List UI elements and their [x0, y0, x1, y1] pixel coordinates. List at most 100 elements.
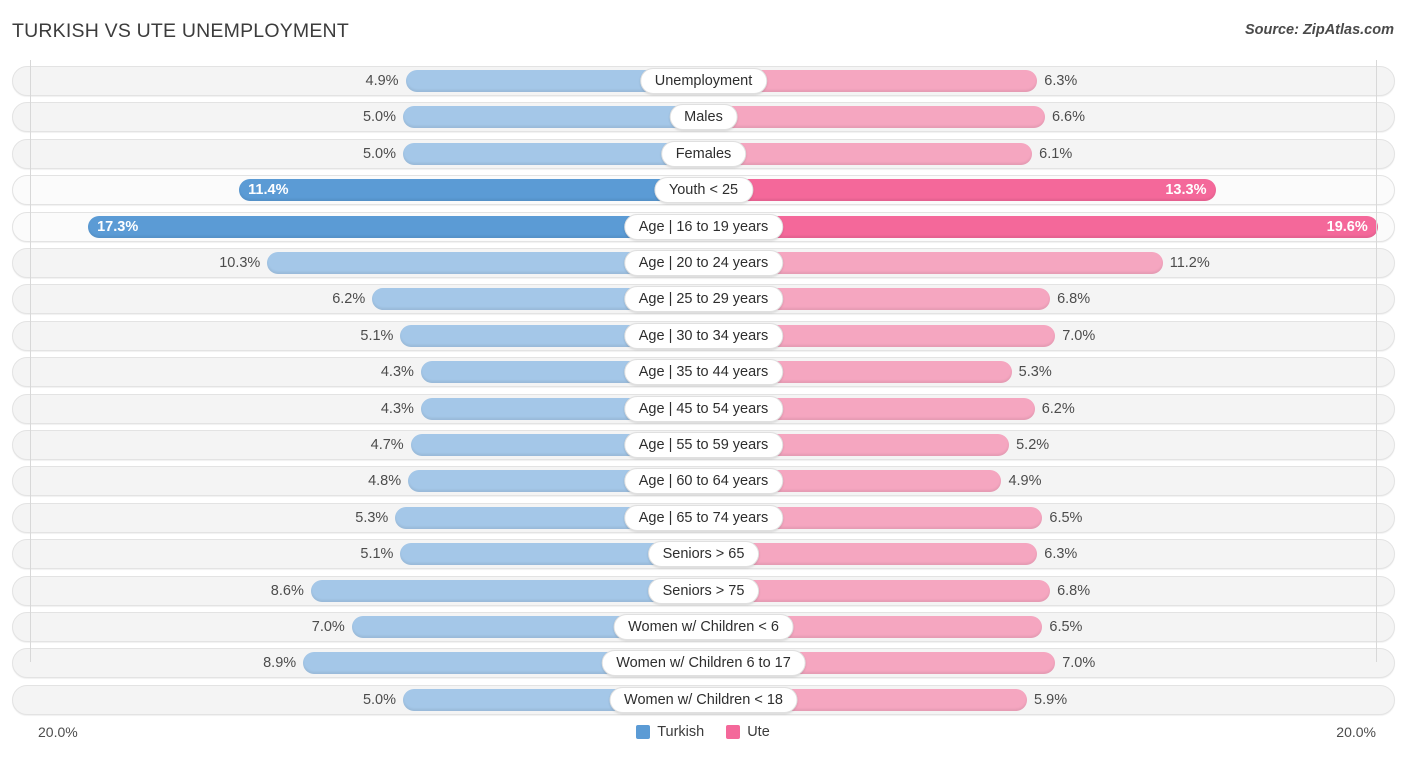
- bar-turkish: [239, 179, 704, 202]
- chart-row: 4.3% 5.3% Age | 35 to 44 years: [12, 357, 1395, 388]
- value-label-turkish: 5.1%: [360, 546, 394, 563]
- value-label-turkish: 4.3%: [380, 400, 414, 417]
- row-content: 4.3% 5.3% Age | 35 to 44 years: [12, 357, 1395, 387]
- bar-ute: [703, 106, 1045, 129]
- value-label-ute: 6.2%: [1041, 400, 1075, 417]
- row-content: 4.3% 6.2% Age | 45 to 54 years: [12, 394, 1395, 424]
- row-content: 7.0% 6.5% Women w/ Children < 6: [12, 612, 1395, 642]
- chart-row: 4.9% 6.3% Unemployment: [12, 66, 1395, 96]
- row-label-pill: Age | 30 to 34 years: [623, 322, 784, 349]
- chart-plot-area: 4.9% 6.3% Unemployment 5.0% 6.6% Males 5.0% 6.1…: [0, 60, 1406, 718]
- row-content: 5.0% 6.1% Females: [12, 139, 1395, 169]
- row-content: 4.9% 6.3% Unemployment: [12, 66, 1395, 96]
- row-label-pill: Females: [660, 140, 747, 167]
- value-label-ute: 5.9%: [1034, 691, 1068, 708]
- value-label-turkish: 8.6%: [270, 582, 304, 599]
- row-content: 6.2% 6.8% Age | 25 to 29 years: [12, 284, 1395, 314]
- chart-legend: Turkish Ute: [0, 724, 1406, 740]
- bar-ute: [703, 142, 1033, 165]
- value-label-ute: 5.2%: [1016, 437, 1050, 453]
- value-label-ute: 13.3%: [1165, 182, 1207, 199]
- value-label-turkish: 8.9%: [263, 655, 297, 672]
- value-label-ute: 6.8%: [1057, 582, 1091, 599]
- chart-row: 5.3% 6.5% Age | 65 to 74 years: [12, 502, 1395, 533]
- chart-row: 5.0% 6.1% Females: [12, 138, 1395, 169]
- chart-row: 5.1% 6.3% Seniors > 65: [12, 539, 1395, 570]
- value-label-turkish: 17.3%: [97, 218, 139, 235]
- value-label-turkish: 5.1%: [360, 327, 394, 344]
- row-label-pill: Women w/ Children < 18: [609, 686, 798, 713]
- source-attribution: Source: ZipAtlas.com: [1244, 22, 1394, 38]
- bar-turkish: [403, 142, 704, 165]
- value-label-turkish: 10.3%: [219, 255, 261, 271]
- value-label-ute: 6.6%: [1051, 109, 1086, 126]
- row-label-pill: Women w/ Children < 6: [613, 614, 794, 640]
- chart-row: 5.0% 5.9% Women w/ Children < 18: [12, 684, 1395, 715]
- legend-swatch-icon: [726, 725, 741, 739]
- page-title: TURKISH VS UTE UNEMPLOYMENT: [12, 20, 349, 42]
- value-label-turkish: 4.7%: [370, 437, 404, 453]
- value-label-ute: 6.5%: [1049, 509, 1083, 526]
- row-label-pill: Seniors > 75: [647, 577, 760, 604]
- value-label-turkish: 5.0%: [362, 691, 396, 708]
- bar-ute: [703, 179, 1217, 202]
- bar-ute: [703, 215, 1378, 238]
- value-label-turkish: 5.0%: [362, 145, 396, 162]
- chart-row: 7.0% 6.5% Women w/ Children < 6: [12, 612, 1395, 642]
- value-label-turkish: 4.9%: [365, 73, 399, 89]
- value-label-ute: 6.8%: [1057, 291, 1091, 308]
- chart-header: TURKISH VS UTE UNEMPLOYMENT Source: ZipA…: [0, 0, 1406, 60]
- value-label-ute: 11.2%: [1169, 255, 1210, 271]
- row-label-pill: Age | 60 to 64 years: [623, 468, 784, 495]
- value-label-turkish: 5.0%: [362, 109, 396, 126]
- bar-turkish: [403, 106, 704, 129]
- row-label-pill: Youth < 25: [653, 177, 754, 204]
- chart-row: 5.1% 7.0% Age | 30 to 34 years: [12, 320, 1395, 351]
- bar-turkish: [310, 579, 704, 602]
- chart-row: 5.0% 6.6% Males: [12, 102, 1395, 133]
- row-label-pill: Age | 35 to 44 years: [623, 359, 784, 386]
- row-label-pill: Unemployment: [639, 68, 768, 94]
- value-label-ute: 4.9%: [1008, 473, 1042, 490]
- row-content: 10.3% 11.2% Age | 20 to 24 years: [12, 248, 1395, 278]
- value-label-ute: 6.3%: [1044, 546, 1078, 563]
- value-label-ute: 6.5%: [1049, 619, 1083, 635]
- value-label-ute: 19.6%: [1326, 218, 1368, 235]
- chart-row: 8.6% 6.8% Seniors > 75: [12, 575, 1395, 606]
- value-label-turkish: 7.0%: [311, 619, 345, 635]
- chart-row: 8.9% 7.0% Women w/ Children 6 to 17: [12, 648, 1395, 679]
- chart-row: 11.4% 13.3% Youth < 25: [12, 175, 1395, 206]
- row-content: 8.9% 7.0% Women w/ Children 6 to 17: [12, 648, 1395, 678]
- legend-label: Ute: [747, 724, 770, 740]
- row-label-pill: Age | 25 to 29 years: [623, 286, 784, 313]
- row-content: 5.0% 6.6% Males: [12, 102, 1395, 132]
- row-content: 17.3% 19.6% Age | 16 to 19 years: [12, 212, 1395, 242]
- legend-label: Turkish: [657, 724, 705, 740]
- legend-item: Turkish: [636, 724, 704, 740]
- value-label-ute: 6.1%: [1039, 145, 1073, 162]
- value-label-ute: 5.3%: [1018, 364, 1052, 381]
- row-label-pill: Age | 20 to 24 years: [623, 250, 784, 276]
- chart-row: 4.8% 4.9% Age | 60 to 64 years: [12, 466, 1395, 497]
- row-content: 5.1% 6.3% Seniors > 65: [12, 539, 1395, 569]
- value-label-ute: 7.0%: [1062, 655, 1096, 672]
- value-label-ute: 7.0%: [1062, 327, 1096, 344]
- value-label-turkish: 4.8%: [368, 473, 402, 490]
- chart-row: 4.3% 6.2% Age | 45 to 54 years: [12, 393, 1395, 424]
- chart-row: 4.7% 5.2% Age | 55 to 59 years: [12, 430, 1395, 460]
- row-label-pill: Age | 16 to 19 years: [623, 213, 784, 240]
- row-content: 5.1% 7.0% Age | 30 to 34 years: [12, 321, 1395, 351]
- row-label-pill: Age | 45 to 54 years: [623, 395, 784, 422]
- legend-item: Ute: [726, 724, 770, 740]
- legend-swatch-icon: [636, 725, 651, 739]
- chart-footer: 20.0% 20.0% Turkish Ute: [0, 714, 1406, 757]
- row-content: 4.8% 4.9% Age | 60 to 64 years: [12, 466, 1395, 496]
- value-label-turkish: 4.3%: [380, 364, 414, 381]
- value-label-turkish: 6.2%: [332, 291, 366, 308]
- value-label-turkish: 11.4%: [248, 182, 289, 199]
- row-label-pill: Seniors > 65: [647, 541, 760, 568]
- row-content: 11.4% 13.3% Youth < 25: [12, 175, 1395, 205]
- row-label-pill: Age | 65 to 74 years: [623, 504, 784, 531]
- row-label-pill: Males: [669, 104, 738, 131]
- value-label-turkish: 5.3%: [355, 509, 389, 526]
